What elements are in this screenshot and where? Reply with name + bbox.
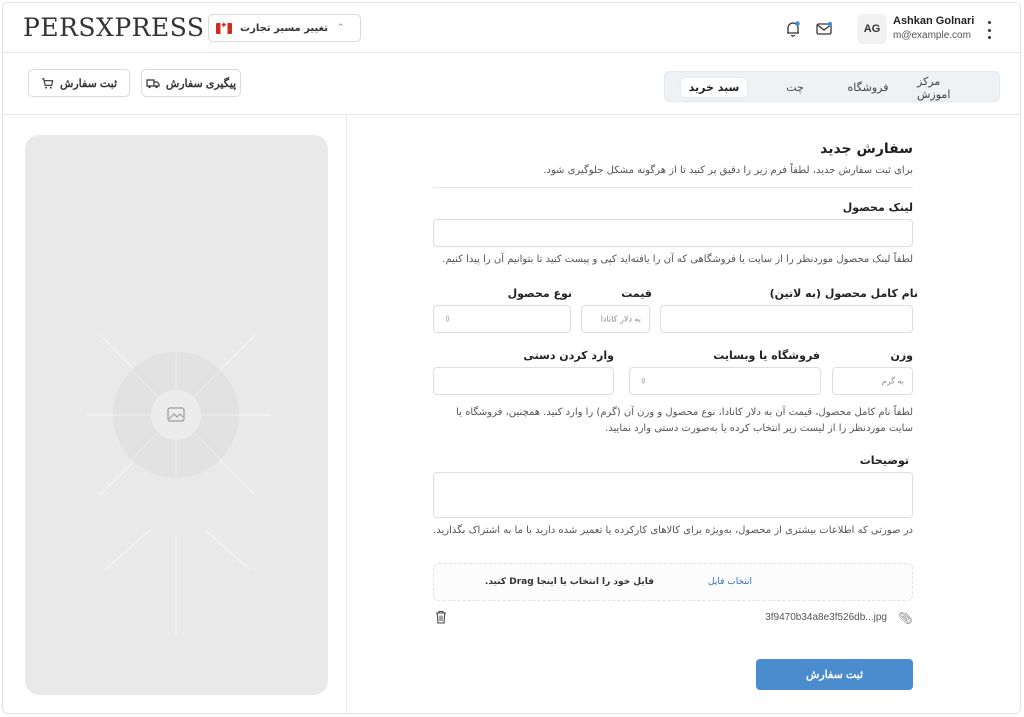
details-help: لطفاً نام کامل محصول، قیمت آن به دلار کا… (456, 407, 913, 434)
store-label: فروشگاه یا وبسایت (713, 349, 820, 362)
register-order-button[interactable]: ثبت سفارش (28, 69, 130, 97)
new-order-form: سفارش جدید برای ثبت سفارش جدید، لطفاً فر… (347, 115, 1020, 713)
user-email: m@example.com (893, 30, 971, 41)
cart-icon (41, 77, 54, 89)
main-tabs: مرکز اموزش فروشگاه چت سبد خرید (664, 71, 1000, 102)
sub-toolbar: ثبت سفارش پیگیری سفارش مرکز اموزش فروشگا… (3, 53, 1020, 115)
tab-chat[interactable]: چت (775, 78, 815, 97)
product-link-help: لطفاً لینک محصول موردنظر را از سایت یا ف… (442, 254, 913, 265)
trash-icon[interactable] (435, 610, 447, 624)
route-select-label: تغییر مسیر تجارت (240, 22, 328, 34)
description-label: توضیحات (859, 454, 909, 467)
product-type-select[interactable]: ⇳ (433, 305, 571, 333)
paperclip-icon: 📎︎ (897, 611, 913, 625)
manual-entry-input[interactable] (433, 367, 614, 395)
chevron-updown-icon: ⇳ (640, 376, 647, 386)
weight-input[interactable]: به گرم (832, 367, 913, 395)
page-title: سفارش جدید (820, 141, 913, 157)
price-input[interactable]: به دلار کانادا (581, 305, 650, 333)
file-dropzone[interactable]: فایل خود را انتخاب یا اینجا Drag کنید. ا… (433, 563, 913, 601)
placeholder-graphic (85, 334, 270, 635)
choose-file-link[interactable]: انتخاب فایل (708, 577, 752, 587)
truck-icon (146, 79, 160, 89)
image-placeholder (25, 135, 328, 695)
attached-file-name: 3f9470b34a8e3f526db...jpg (765, 612, 887, 623)
store-select[interactable]: ⇳ (629, 367, 821, 395)
description-textarea[interactable] (433, 472, 913, 518)
submit-order-button[interactable]: ثبت سفارش (756, 659, 913, 690)
weight-label: وزن (890, 349, 913, 362)
price-label: قیمت (621, 287, 652, 300)
full-name-input[interactable] (660, 305, 913, 333)
user-name: Ashkan Golnari (893, 15, 975, 27)
description-help: در صورتی که اطلاعات بیشتری از محصول، به‌… (433, 525, 913, 536)
chevron-updown-icon: ⇳ (444, 314, 451, 324)
route-select[interactable]: تغییر مسیر تجارت ⌃ (208, 14, 361, 42)
tab-store[interactable]: فروشگاه (841, 78, 895, 97)
bell-icon[interactable] (784, 20, 802, 38)
avatar[interactable]: AG (857, 14, 887, 44)
tab-cart[interactable]: سبد خرید (681, 78, 747, 97)
register-order-label: ثبت سفارش (59, 77, 118, 90)
product-link-label: لینک محصول (842, 201, 913, 214)
app-frame: PERSXPRESS تغییر مسیر تجارت ⌃ AG Ashkan … (2, 2, 1021, 714)
dropzone-text: فایل خود را انتخاب یا اینجا Drag کنید. (484, 577, 654, 587)
full-name-label: نام کامل محصول (به لاتین) (769, 287, 918, 300)
manual-entry-label: وارد کردن دستی (523, 349, 614, 362)
price-placeholder: به دلار کانادا (600, 314, 641, 324)
more-menu-icon[interactable] (985, 21, 993, 39)
brand-logo[interactable]: PERSXPRESS (23, 13, 205, 42)
divider (433, 187, 913, 188)
chevron-updown-icon: ⌃ (337, 23, 345, 33)
track-order-label: پیگیری سفارش (165, 77, 237, 90)
mail-icon[interactable] (815, 20, 833, 38)
weight-placeholder: به گرم (881, 376, 904, 386)
page-subtitle: برای ثبت سفارش جدید، لطفاً فرم زیر را دق… (543, 165, 913, 176)
product-type-label: نوع محصول (507, 287, 572, 300)
tab-learning-center[interactable]: مرکز اموزش (917, 75, 977, 101)
product-link-input[interactable] (433, 219, 913, 247)
canada-flag-icon (216, 21, 232, 34)
preview-pane (3, 115, 347, 713)
top-header: PERSXPRESS تغییر مسیر تجارت ⌃ AG Ashkan … (3, 3, 1020, 53)
track-order-button[interactable]: پیگیری سفارش (141, 69, 241, 97)
